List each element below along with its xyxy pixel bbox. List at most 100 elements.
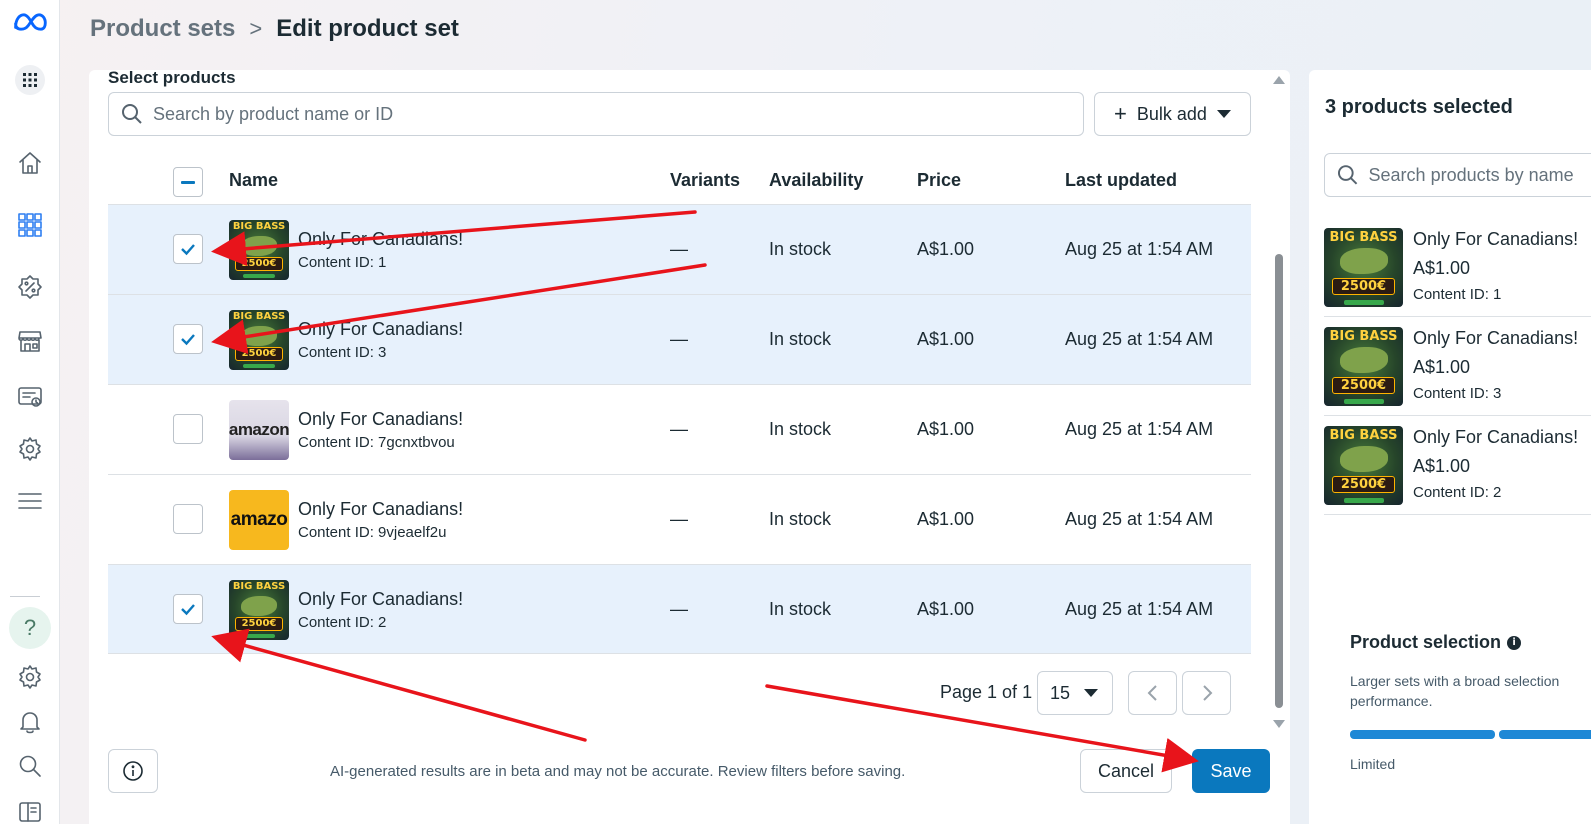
info-icon[interactable]: i bbox=[1507, 635, 1522, 650]
thumb-title: BIG BASS bbox=[1329, 230, 1398, 245]
product-thumbnail: BIG BASS 2500€ bbox=[1324, 426, 1403, 505]
thumb-base bbox=[1344, 399, 1384, 404]
selected-products-panel: 3 products selected BIG BASS 2500€ Only … bbox=[1309, 70, 1591, 824]
product-content-id: Content ID: 2 bbox=[298, 614, 387, 631]
thumb-base bbox=[243, 364, 275, 368]
selection-meter-segment bbox=[1350, 730, 1495, 739]
scroll-down-arrow[interactable] bbox=[1273, 720, 1285, 728]
thumb-title: BIG BASS bbox=[232, 221, 286, 232]
breadcrumb: Product sets > Edit product set bbox=[90, 12, 459, 46]
product-name: Only For Canadians! bbox=[298, 319, 464, 339]
ai-disclaimer: AI-generated results are in beta and may… bbox=[330, 763, 906, 780]
meta-logo-icon[interactable] bbox=[8, 4, 52, 40]
fish-image bbox=[241, 326, 277, 346]
row-checkbox[interactable] bbox=[173, 594, 203, 624]
breadcrumb-product-sets[interactable]: Product sets bbox=[90, 15, 235, 43]
thumb-base bbox=[1344, 300, 1384, 305]
side-panel-icon[interactable] bbox=[8, 792, 52, 824]
selected-item[interactable]: BIG BASS 2500€ Only For Canadians! A$1.0… bbox=[1324, 317, 1591, 416]
product-availability: In stock bbox=[769, 599, 832, 619]
thumb-title: BIG BASS bbox=[232, 581, 286, 592]
column-price[interactable]: Price bbox=[917, 170, 961, 191]
product-thumbnail: amazo bbox=[229, 490, 289, 550]
product-selection-label: Product selection bbox=[1350, 632, 1502, 652]
search-icon[interactable] bbox=[8, 748, 52, 784]
selection-level-label: Limited bbox=[1350, 756, 1396, 772]
product-content-id: Content ID: 3 bbox=[298, 344, 387, 361]
scroll-up-arrow[interactable] bbox=[1273, 76, 1285, 84]
table-row[interactable]: BIG BASS 2500€ Only For Canadians! Conte… bbox=[108, 204, 1251, 294]
cancel-button[interactable]: Cancel bbox=[1080, 749, 1172, 793]
thumb-amount: 2500€ bbox=[1332, 377, 1395, 394]
thumb-base bbox=[1344, 498, 1384, 503]
product-last-updated: Aug 25 at 1:54 AM bbox=[1065, 419, 1214, 439]
menu-icon[interactable] bbox=[8, 483, 52, 519]
home-icon[interactable] bbox=[8, 145, 52, 181]
next-page-button[interactable] bbox=[1182, 671, 1231, 715]
selected-item[interactable]: BIG BASS 2500€ Only For Canadians! A$1.0… bbox=[1324, 218, 1591, 317]
promotions-icon[interactable] bbox=[8, 269, 52, 305]
selected-search-input[interactable] bbox=[1368, 164, 1591, 186]
column-availability[interactable]: Availability bbox=[769, 170, 863, 191]
indeterminate-icon bbox=[181, 180, 195, 184]
column-variants[interactable]: Variants bbox=[670, 170, 740, 191]
table-row[interactable]: amazo Only For Canadians! Content ID: 9v… bbox=[108, 474, 1251, 564]
scrollbar-thumb[interactable] bbox=[1275, 254, 1283, 708]
product-search-box[interactable] bbox=[108, 92, 1084, 136]
table-row[interactable]: amazon Only For Canadians! Content ID: 7… bbox=[108, 384, 1251, 474]
product-selection-description: Larger sets with a broad selection perfo… bbox=[1350, 673, 1560, 709]
table-row[interactable]: BIG BASS 2500€ Only For Canadians! Conte… bbox=[108, 294, 1251, 384]
apps-grid-icon[interactable] bbox=[8, 62, 52, 98]
save-button[interactable]: Save bbox=[1192, 749, 1270, 793]
product-variants: — bbox=[670, 599, 688, 619]
row-checkbox[interactable] bbox=[173, 234, 203, 264]
product-content-id: Content ID: 1 bbox=[298, 254, 387, 271]
product-thumbnail: BIG BASS 2500€ bbox=[229, 580, 289, 640]
product-content-id: Content ID: 9vjeaelf2u bbox=[298, 524, 447, 541]
settings-icon[interactable] bbox=[8, 431, 52, 467]
page-size-select[interactable]: 15 bbox=[1037, 671, 1113, 715]
product-price: A$1.00 bbox=[917, 599, 975, 619]
product-last-updated: Aug 25 at 1:54 AM bbox=[1065, 239, 1214, 259]
prev-page-button[interactable] bbox=[1128, 671, 1177, 715]
fish-image bbox=[1340, 446, 1388, 472]
info-icon bbox=[123, 761, 143, 781]
product-selection-title: Product selection i bbox=[1350, 632, 1522, 653]
thumb-title: BIG BASS bbox=[1329, 329, 1398, 344]
gear-icon[interactable] bbox=[8, 659, 52, 695]
thumb-amount: 2500€ bbox=[235, 617, 283, 631]
column-last-updated[interactable]: Last updated bbox=[1065, 170, 1177, 191]
search-icon bbox=[122, 104, 142, 124]
caret-down-icon bbox=[1216, 110, 1231, 118]
selected-count-title: 3 products selected bbox=[1325, 96, 1513, 118]
row-checkbox[interactable] bbox=[173, 504, 203, 534]
thumb-base bbox=[243, 274, 275, 278]
bulk-add-button[interactable]: + Bulk add bbox=[1094, 92, 1251, 136]
product-availability: In stock bbox=[769, 419, 832, 439]
selected-item-name: Only For Canadians! bbox=[1413, 427, 1579, 447]
column-name[interactable]: Name bbox=[229, 170, 278, 191]
data-sources-icon[interactable] bbox=[8, 379, 52, 415]
select-all-checkbox[interactable] bbox=[173, 167, 203, 197]
help-icon[interactable]: ? bbox=[8, 607, 52, 649]
product-last-updated: Aug 25 at 1:54 AM bbox=[1065, 509, 1214, 529]
table-row[interactable]: BIG BASS 2500€ Only For Canadians! Conte… bbox=[108, 564, 1251, 654]
product-search-input[interactable] bbox=[153, 103, 1053, 125]
selected-item-content-id: Content ID: 3 bbox=[1413, 385, 1502, 402]
shop-icon[interactable] bbox=[8, 323, 52, 359]
info-button[interactable] bbox=[108, 749, 158, 793]
product-thumbnail: BIG BASS 2500€ bbox=[229, 310, 289, 370]
selected-item[interactable]: BIG BASS 2500€ Only For Canadians! A$1.0… bbox=[1324, 416, 1591, 515]
product-price: A$1.00 bbox=[917, 329, 975, 349]
catalog-grid-icon[interactable] bbox=[8, 207, 52, 243]
bell-icon[interactable] bbox=[8, 704, 52, 740]
product-name: Only For Canadians! bbox=[298, 499, 464, 519]
selected-search-box[interactable] bbox=[1324, 153, 1591, 197]
row-checkbox[interactable] bbox=[173, 414, 203, 444]
row-checkbox[interactable] bbox=[173, 324, 203, 354]
product-last-updated: Aug 25 at 1:54 AM bbox=[1065, 329, 1214, 349]
product-variants: — bbox=[670, 509, 688, 529]
select-products-panel: Select products + Bulk add Name Variants… bbox=[89, 68, 1290, 824]
product-name: Only For Canadians! bbox=[298, 409, 464, 429]
product-variants: — bbox=[670, 419, 688, 439]
